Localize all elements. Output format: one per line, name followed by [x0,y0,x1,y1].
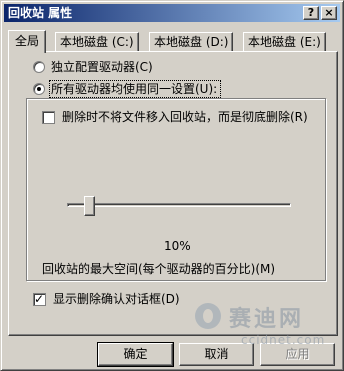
help-icon: ? [307,6,315,19]
tab-label: 本地磁盘 (D:) [154,35,229,49]
recycle-bin-properties-window: 回收站 属性 ? × 全局 本地磁盘 (C:) 本地磁盘 (D:) 本地磁盘 (… [0,0,344,371]
delete-immediately-checkbox[interactable] [42,111,55,124]
radio-same-settings[interactable] [33,83,45,95]
tab-label: 本地磁盘 (E:) [248,35,321,49]
radio-same-settings-label: 所有驱动器均使用同一设置(U): [48,80,222,98]
help-button[interactable]: ? [303,6,319,20]
tab-drive-d[interactable]: 本地磁盘 (D:) [149,32,234,52]
tab-label: 全局 [15,34,40,48]
radio-independent[interactable] [33,61,45,73]
tab-global[interactable]: 全局 [8,30,47,53]
apply-button[interactable]: 应用 [260,343,335,366]
close-icon: × [324,6,334,19]
slider-caption: 回收站的最大空间(每个驱动器的百分比)(M) [42,262,276,276]
ok-button[interactable]: 确定 [97,342,174,367]
radio-dot [37,87,41,91]
tab-drive-e[interactable]: 本地磁盘 (E:) [243,32,326,52]
confirm-delete-label: 显示删除确认对话框(D) [53,292,180,306]
window-title: 回收站 属性 [8,6,73,20]
delete-immediately-label: 删除时不将文件移入回收站，而是彻底删除(R) [62,110,308,124]
global-tab-panel: 独立配置驱动器(C) 所有驱动器均使用同一设置(U): 删除时不将文件移入回收站… [8,51,338,336]
check-mark-icon: ✓ [34,292,45,306]
radio-independent-label: 独立配置驱动器(C) [51,60,153,74]
confirm-delete-checkbox[interactable]: ✓ [33,292,46,306]
title-bar: 回收站 属性 ? × [4,4,340,22]
slider-track [67,203,291,207]
cancel-button[interactable]: 取消 [179,343,254,366]
slider-percent: 10% [164,239,191,253]
tab-label: 本地磁盘 (C:) [60,35,134,49]
same-settings-group: 删除时不将文件移入回收站，而是彻底删除(R) 10% 回收站的最大空间(每个驱动… [26,98,326,281]
close-button[interactable]: × [321,6,337,20]
tab-drive-c[interactable]: 本地磁盘 (C:) [55,32,139,52]
max-size-slider-thumb[interactable] [84,196,96,216]
